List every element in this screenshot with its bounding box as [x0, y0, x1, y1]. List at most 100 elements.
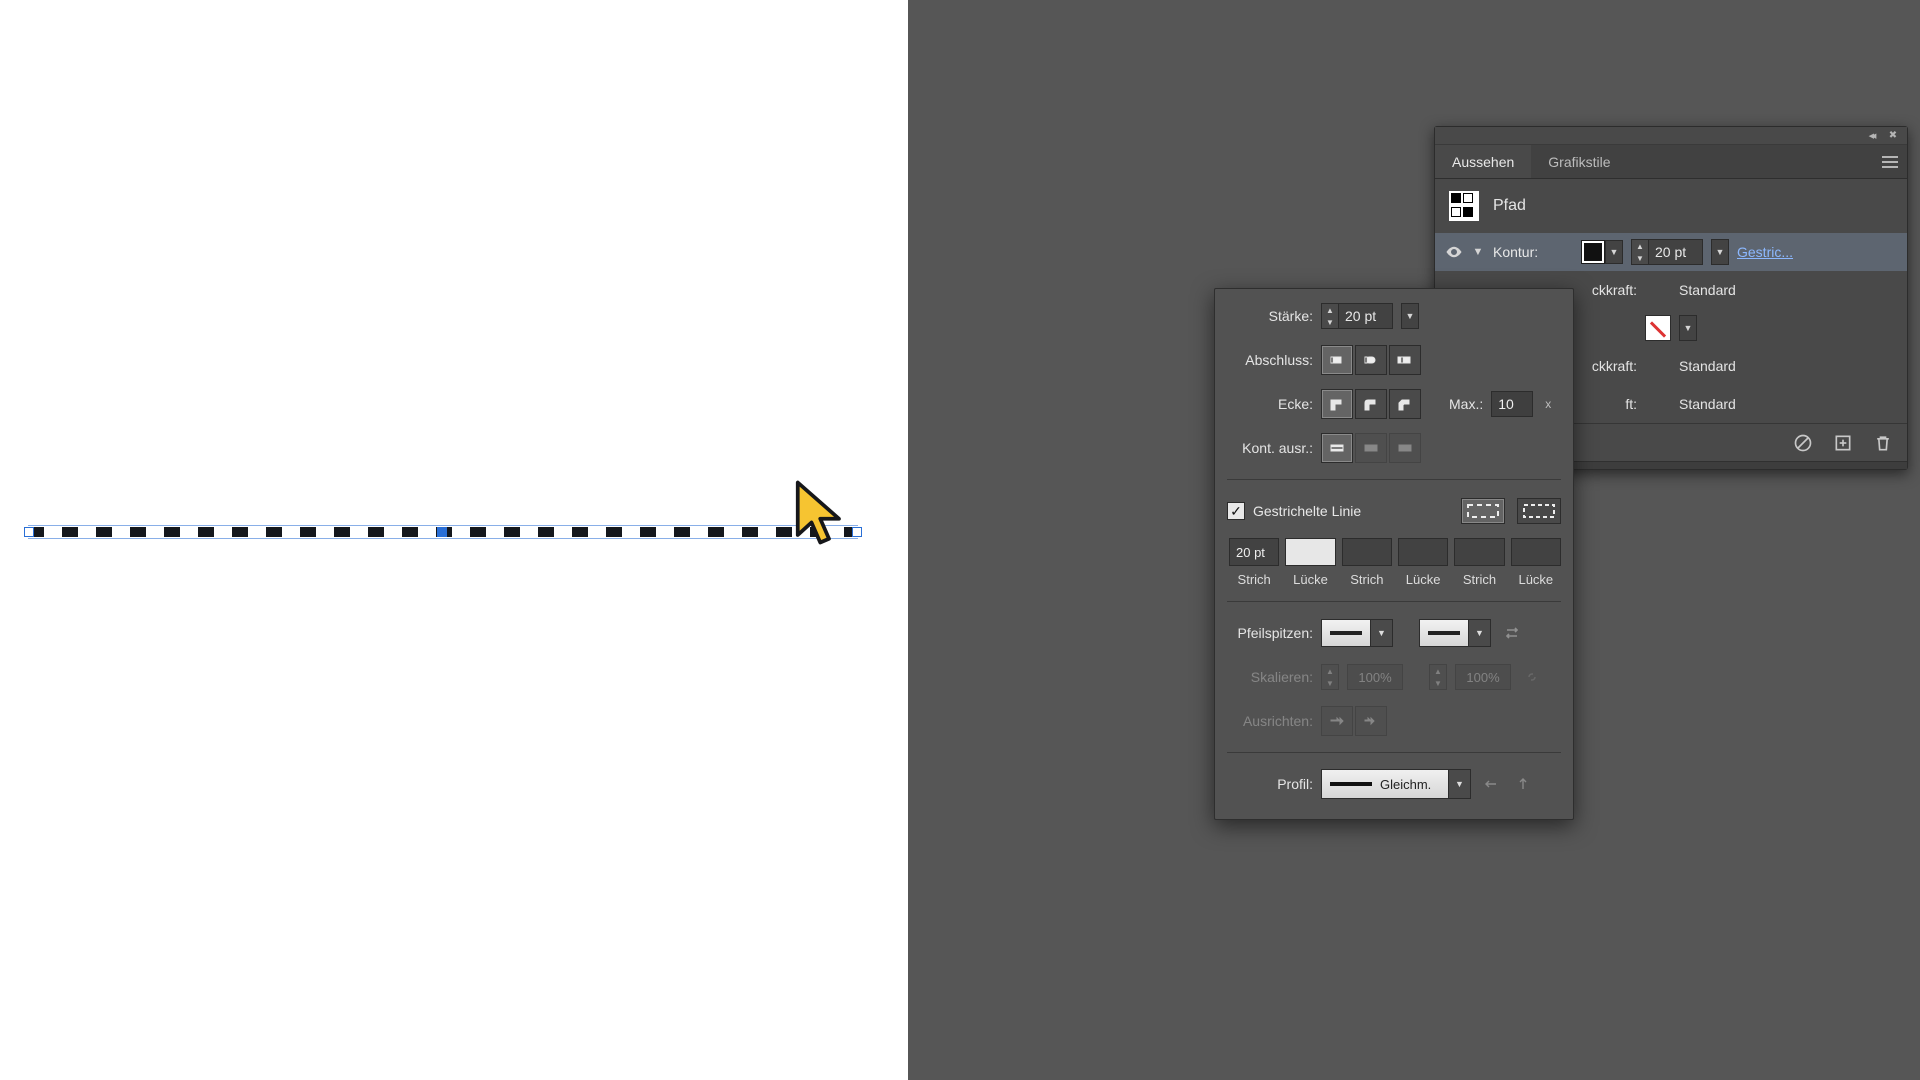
weight-value[interactable]: 20 pt: [1339, 303, 1393, 329]
align-inside-button: [1355, 433, 1387, 463]
divider: [1227, 601, 1561, 602]
arrow-scale-end: 100%: [1455, 664, 1511, 690]
dash-caption: Lücke: [1285, 572, 1335, 587]
object-type-row: Pfad: [1435, 179, 1907, 233]
close-panel-icon[interactable]: [1887, 130, 1899, 142]
dash-align-corners-button[interactable]: [1517, 498, 1561, 524]
arrow-end-dropdown[interactable]: [1419, 619, 1491, 647]
stroke-options-panel: Stärke ▲▼ 20 pt Abschluss Ecke: [1214, 288, 1574, 820]
canvas-area[interactable]: [0, 0, 908, 1080]
panel-tab-strip: Aussehen Grafikstile: [1435, 145, 1907, 179]
corner-label: Ecke: [1227, 396, 1313, 412]
dash-field-1[interactable]: 20 pt: [1229, 538, 1279, 566]
dashed-path-artwork[interactable]: [28, 525, 858, 539]
corner-row: Ecke Max. 10 x: [1227, 387, 1561, 421]
dash-preserve-exact-button[interactable]: [1461, 498, 1505, 524]
divider: [1227, 752, 1561, 753]
arrowheads-label: Pfeilspitzen: [1227, 625, 1313, 641]
anchor-start[interactable]: [24, 527, 34, 537]
stroke-weight-dropdown[interactable]: [1711, 239, 1729, 265]
weight-label: Stärke: [1227, 308, 1313, 324]
dash-caption: Strich: [1454, 572, 1504, 587]
miter-x-suffix: x: [1545, 397, 1551, 411]
corner-bevel-button[interactable]: [1389, 389, 1421, 419]
dashed-line-row: Gestrichelte Linie: [1227, 494, 1561, 528]
dash-field-3[interactable]: [1454, 538, 1504, 566]
object-thumb: [1449, 191, 1479, 221]
delete-appearance-icon[interactable]: [1873, 433, 1893, 453]
profile-label: Profil: [1227, 776, 1313, 792]
stroke-label: Kontur: [1493, 244, 1551, 260]
tab-appearance[interactable]: Aussehen: [1435, 145, 1531, 178]
panel-menu-button[interactable]: [1879, 153, 1901, 171]
stroke-weight-value[interactable]: 20 pt: [1649, 239, 1703, 265]
arrow-scale-row: Skalieren ▲▼ 100% ▲▼ 100%: [1227, 660, 1561, 694]
gap-field-1[interactable]: [1285, 538, 1335, 566]
dash-caption: Lücke: [1398, 572, 1448, 587]
gap-field-2[interactable]: [1398, 538, 1448, 566]
anchor-end[interactable]: [852, 527, 862, 537]
anchor-mid[interactable]: [437, 527, 447, 537]
object-type-label: Pfad: [1493, 197, 1526, 215]
opacity-value[interactable]: Standard: [1679, 282, 1736, 298]
tab-graphic-styles[interactable]: Grafikstile: [1531, 145, 1627, 178]
align-stroke-label: Kont. ausr.: [1227, 440, 1313, 456]
swap-arrows-icon[interactable]: [1499, 620, 1525, 646]
stroke-dash-link[interactable]: Gestric...: [1737, 244, 1793, 260]
dash-caption: Strich: [1342, 572, 1392, 587]
flip-along-icon[interactable]: [1479, 772, 1503, 796]
dashed-line-checkbox[interactable]: [1227, 502, 1245, 520]
align-outside-button: [1389, 433, 1421, 463]
disclosure-toggle[interactable]: [1471, 246, 1485, 258]
opacity-value[interactable]: Standard: [1679, 396, 1736, 412]
stroke-row[interactable]: Kontur ▲▼ 20 pt Gestric...: [1435, 233, 1907, 271]
align-center-button[interactable]: [1321, 433, 1353, 463]
corner-miter-button[interactable]: [1321, 389, 1353, 419]
flip-across-icon[interactable]: [1511, 772, 1535, 796]
fill-dropdown[interactable]: [1679, 315, 1697, 341]
link-scale-icon: [1519, 664, 1545, 690]
collapse-panel-icon[interactable]: [1865, 130, 1877, 142]
arrow-start-dropdown[interactable]: [1321, 619, 1393, 647]
dash-pattern-fields: 20 pt Strich Lücke Strich Lücke Strich L…: [1227, 538, 1561, 587]
stroke-weight-stepper[interactable]: ▲▼ 20 pt: [1631, 239, 1703, 265]
corner-round-button[interactable]: [1355, 389, 1387, 419]
arrow-align-extend-button: [1321, 706, 1353, 736]
dashed-line-label: Gestrichelte Linie: [1253, 503, 1361, 519]
opacity-value[interactable]: Standard: [1679, 358, 1736, 374]
stroke-color-control[interactable]: [1581, 240, 1623, 264]
cap-butt-button[interactable]: [1321, 345, 1353, 375]
cap-round-button[interactable]: [1355, 345, 1387, 375]
cursor-icon: [794, 480, 844, 550]
profile-dropdown[interactable]: Gleichm.: [1321, 769, 1471, 799]
miter-limit-label: Max.: [1449, 396, 1483, 412]
gap-field-3[interactable]: [1511, 538, 1561, 566]
arrow-align-tip-button: [1355, 706, 1387, 736]
arrowheads-row: Pfeilspitzen: [1227, 616, 1561, 650]
visibility-toggle[interactable]: [1445, 243, 1463, 261]
weight-dropdown[interactable]: [1401, 303, 1419, 329]
dash-caption: Strich: [1229, 572, 1279, 587]
dash-field-2[interactable]: [1342, 538, 1392, 566]
divider: [1227, 479, 1561, 480]
arrow-scale-start: 100%: [1347, 664, 1403, 690]
profile-row: Profil Gleichm.: [1227, 767, 1561, 801]
profile-value: Gleichm.: [1380, 777, 1431, 792]
fill-none-swatch[interactable]: [1645, 315, 1671, 341]
miter-limit-field[interactable]: 10: [1491, 391, 1533, 417]
stroke-color-dropdown[interactable]: [1605, 240, 1623, 264]
arrow-align-label: Ausrichten: [1227, 713, 1313, 729]
new-appearance-icon[interactable]: [1833, 433, 1853, 453]
arrow-align-row: Ausrichten: [1227, 704, 1561, 738]
arrow-scale-label: Skalieren: [1227, 669, 1313, 685]
stroke-color-swatch[interactable]: [1581, 240, 1605, 264]
weight-stepper[interactable]: ▲▼ 20 pt: [1321, 303, 1393, 329]
dash-caption: Lücke: [1511, 572, 1561, 587]
clear-appearance-icon[interactable]: [1793, 433, 1813, 453]
cap-projecting-button[interactable]: [1389, 345, 1421, 375]
weight-row: Stärke ▲▼ 20 pt: [1227, 299, 1561, 333]
panel-titlebar[interactable]: [1435, 127, 1907, 145]
cap-row: Abschluss: [1227, 343, 1561, 377]
cap-label: Abschluss: [1227, 352, 1313, 368]
align-stroke-row: Kont. ausr.: [1227, 431, 1561, 465]
